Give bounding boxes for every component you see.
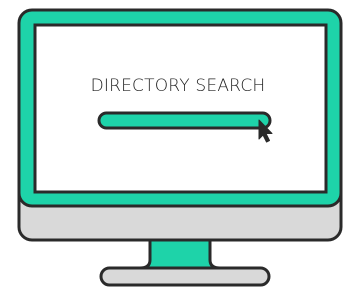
monitor-drawing bbox=[17, 8, 343, 287]
monitor-stand-base bbox=[99, 266, 271, 287]
screen-title: DIRECTORY SEARCH bbox=[90, 76, 266, 96]
monitor-screen bbox=[33, 23, 328, 194]
search-input[interactable] bbox=[97, 111, 272, 130]
monitor-illustration: DIRECTORY SEARCH bbox=[0, 0, 360, 291]
